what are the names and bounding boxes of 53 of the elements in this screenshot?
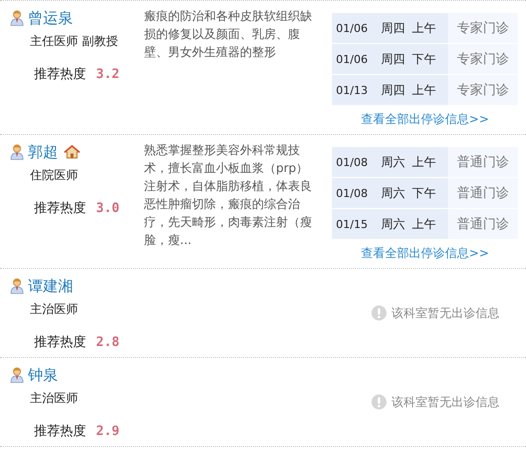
rating-label: 推荐热度: [34, 66, 86, 83]
no-schedule-note: 该科室暂无出诊信息: [392, 394, 500, 410]
rating-label: 推荐热度: [34, 200, 86, 217]
rating-value: 3.2: [96, 66, 120, 82]
doctor-description: 瘢痕的防治和各种皮肤软组织缺损的修复以及颜面、乳房、腹壁、男女外生殖器的整形: [144, 8, 313, 61]
slot-weekday: 周六: [380, 154, 406, 170]
clinic-type[interactable]: 普通门诊: [448, 209, 518, 239]
slot-period: 上午: [412, 82, 437, 98]
clinic-type[interactable]: 普通门诊: [448, 147, 518, 177]
slot-date: 01/08: [336, 156, 369, 168]
slot-period: 上午: [412, 154, 437, 170]
doctor-title: 主任医师 副教授: [30, 33, 119, 50]
slot-date: 01/06: [336, 22, 369, 34]
doctor-name[interactable]: 曾运泉: [28, 8, 73, 28]
clinic-type[interactable]: 专家门诊: [448, 13, 518, 43]
doctor-title: 主治医师: [30, 301, 79, 318]
doctor-description: 熟悉掌握整形美容外科常规技术，擅长富血小板血浆（prp）注射术，自体脂肪移植，体表良恶性肿瘤切除，瘢痕的综合治疗，先天畸形，肉毒素注射（瘦脸，瘦...: [144, 142, 313, 249]
house-icon[interactable]: [64, 145, 80, 159]
clinic-type[interactable]: 专家门诊: [448, 44, 518, 74]
slot-period: 上午: [412, 216, 437, 232]
doctor-name[interactable]: 谭建湘: [28, 276, 73, 296]
doctor-title: 主治医师: [30, 390, 79, 407]
slot-weekday: 周四: [380, 50, 406, 68]
no-schedule-note: 该科室暂无出诊信息: [392, 304, 500, 322]
slot-weekday: 周六: [380, 184, 406, 202]
doctor-name[interactable]: 郭超: [28, 142, 58, 162]
rating-value: 3.0: [96, 200, 120, 216]
doctor-name[interactable]: 钟泉: [28, 366, 58, 384]
info-icon: [370, 305, 386, 321]
slot-period: 下午: [412, 184, 437, 202]
slot-date: 01/15: [336, 218, 369, 230]
clinic-type[interactable]: 普通门诊: [448, 178, 518, 208]
slot-weekday: 周六: [380, 216, 406, 232]
slot-period: 上午: [412, 20, 437, 36]
doctor-title: 住院医师: [30, 167, 79, 184]
slot-date: 01/08: [336, 186, 369, 200]
rating-label: 推荐热度: [34, 423, 86, 440]
rating-label: 推荐热度: [34, 334, 86, 351]
doctor-icon: [10, 367, 24, 383]
schedule-link[interactable]: 查看全部出停诊信息>>: [332, 111, 518, 128]
schedule-link[interactable]: 查看全部出停诊信息>>: [332, 245, 518, 262]
slot-date: 01/13: [336, 84, 369, 96]
clinic-type[interactable]: 专家门诊: [448, 75, 518, 105]
slot-weekday: 周四: [380, 20, 406, 36]
info-icon: [370, 394, 386, 410]
slot-date: 01/06: [336, 52, 369, 66]
slot-period: 下午: [412, 50, 437, 68]
rating-value: 2.9: [96, 424, 120, 438]
doctor-icon: [10, 278, 24, 294]
rating-value: 2.8: [96, 334, 120, 350]
doctor-icon: [10, 10, 24, 26]
slot-weekday: 周四: [380, 82, 406, 98]
doctor-icon: [10, 144, 24, 160]
